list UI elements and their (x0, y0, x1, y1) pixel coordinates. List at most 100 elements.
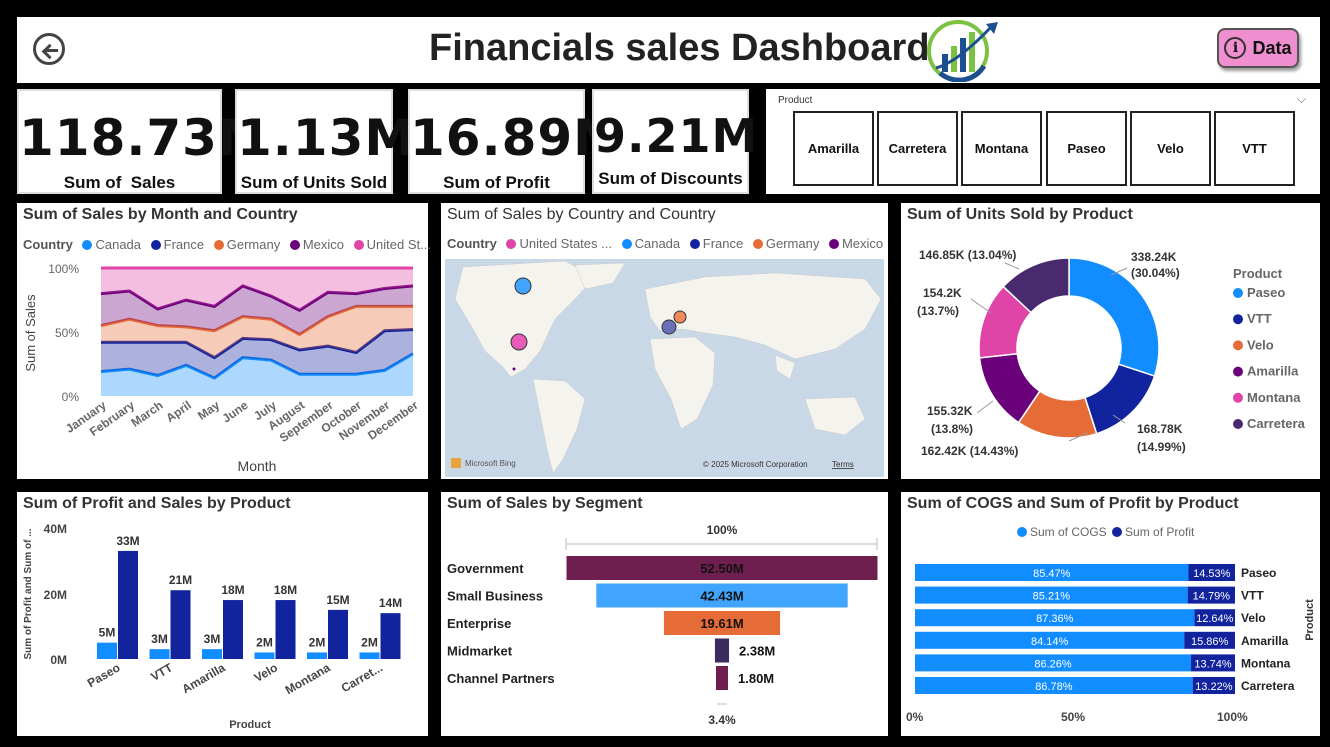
donut-data-label: 162.42K (14.43%) (921, 444, 1018, 458)
profit-bar[interactable] (307, 652, 327, 659)
slicer-item-paseo[interactable]: Paseo (1046, 111, 1127, 186)
legend-title: Country (447, 236, 497, 251)
bar-data-label: 2M (256, 635, 273, 649)
profit-bar[interactable] (202, 649, 222, 659)
legend-marker (1233, 288, 1243, 298)
kpi-card-sales: 118.73M Sum of Sales (17, 89, 268, 194)
funnel-category-label: Channel Partners (447, 671, 555, 686)
y-tick-label: 20M (44, 588, 67, 602)
chevron-down-icon[interactable]: ⌵ (1297, 92, 1306, 107)
map-bubble-france[interactable] (661, 319, 677, 335)
legend-item-carretera[interactable]: Carretera (1247, 416, 1306, 431)
x-axis-label: Month (238, 458, 277, 474)
map-copyright: © 2025 Microsoft Corporation (703, 460, 808, 469)
bar-data-label: 5M (99, 626, 116, 640)
map-bubble-united-states[interactable] (510, 333, 528, 351)
bar-data-label: 15M (326, 593, 349, 607)
bar-data-label: 3M (151, 632, 168, 646)
funnel-category-label: Small Business (447, 589, 543, 604)
page-title: Financials sales Dashboard (429, 27, 930, 69)
profit-bar[interactable] (149, 649, 170, 659)
donut-data-label: (30.04%) (1131, 266, 1180, 280)
sales-bar[interactable] (328, 609, 348, 659)
y-tick-label: Paseo (1241, 566, 1276, 580)
y-axis-label: Sum of Sales (23, 294, 38, 372)
sales-bar[interactable] (118, 550, 138, 659)
back-arrow-icon[interactable] (33, 33, 65, 65)
x-tick-label: Montana (283, 660, 333, 697)
slicer-item-carretera[interactable]: Carretera (877, 111, 958, 186)
donut-card: Sum of Units Sold by Product 338.24K (30… (901, 203, 1320, 479)
profit-bar[interactable] (359, 652, 380, 659)
funnel-data-label: 1.80M (738, 671, 774, 686)
slicer-item-velo[interactable]: Velo (1130, 111, 1211, 186)
cogs-data-label: 85.47% (1033, 568, 1071, 580)
legend-item-montana[interactable]: Montana (1247, 390, 1301, 405)
profit-bar[interactable] (254, 652, 275, 659)
legend-marker (1233, 366, 1243, 377)
map-legend: Country United States ... Canada France … (447, 236, 883, 251)
profit-sales-bar-card: Sum of Profit and Sales by Product 40M 2… (17, 492, 428, 736)
x-tick-label: Amarilla (179, 660, 227, 696)
legend-item-paseo[interactable]: Paseo (1247, 285, 1285, 300)
info-icon: i (1224, 37, 1247, 59)
header-bar: Financials sales Dashboard i Data (17, 17, 1320, 83)
cogs-data-label: 86.78% (1035, 681, 1073, 693)
legend-item-velo[interactable]: Velo (1247, 337, 1274, 352)
funnel-chart-svg: 100% 3.4% Government 52.50M Small Business… (447, 523, 878, 727)
legend-item-canada[interactable]: Canada (616, 236, 680, 251)
map-bubble-mexico[interactable] (512, 367, 516, 371)
legend-marker (1233, 392, 1243, 403)
funnel-bar[interactable] (714, 638, 730, 663)
x-tick-label: 0% (906, 710, 924, 724)
data-info-button[interactable]: i Data (1217, 28, 1299, 68)
donut-data-label: (13.7%) (917, 304, 959, 318)
kpi-value: 16.89M (410, 109, 624, 167)
funnel-data-label: 42.43M (700, 589, 743, 604)
cogs-data-label: 86.26% (1034, 658, 1072, 670)
donut-data-label: (14.99%) (1137, 440, 1186, 454)
funnel-data-label: 19.61M (700, 616, 743, 631)
area-chart-card: Sum of Sales by Month and Country Countr… (17, 203, 431, 479)
legend-item-united-states[interactable]: United States ... (500, 236, 612, 251)
sales-bar[interactable] (223, 600, 243, 659)
legend-item-france[interactable]: France (684, 236, 743, 251)
cogs-data-label: 87.36% (1036, 613, 1074, 625)
y-tick-label: 50% (55, 326, 79, 340)
slicer-item-montana[interactable]: Montana (961, 111, 1042, 186)
cogs-data-label: 84.14% (1031, 636, 1069, 648)
y-tick-label: 0% (62, 390, 80, 404)
cogs-data-label: 85.21% (1033, 591, 1071, 603)
y-tick-label: Amarilla (1241, 634, 1289, 648)
slicer-item-amarilla[interactable]: Amarilla (793, 111, 874, 186)
sales-bar[interactable] (380, 613, 401, 659)
map-bubble-germany[interactable] (673, 310, 687, 324)
profit-data-label: 12.64% (1196, 613, 1234, 625)
funnel-bar[interactable] (716, 666, 728, 690)
y-tick-label: 0M (50, 653, 67, 667)
legend-item-germany[interactable]: Germany (747, 236, 819, 251)
world-map[interactable]: Microsoft Bing © 2025 Microsoft Corporat… (445, 259, 884, 477)
y-tick-label: Carretera (1241, 679, 1295, 693)
legend-item-vtt[interactable]: VTT (1247, 311, 1272, 326)
slicer-item-vtt[interactable]: VTT (1214, 111, 1295, 186)
sales-bar[interactable] (170, 590, 191, 659)
legend-item-amarilla[interactable]: Amarilla (1247, 364, 1299, 379)
legend-item-mexico[interactable]: Mexico (823, 236, 883, 251)
area-chart-svg: 100% 50% 0% Sum of Sales Month JanuaryFe… (23, 262, 421, 474)
bar-data-label: 2M (361, 635, 378, 649)
map-terms-link[interactable]: Terms (832, 460, 854, 469)
profit-data-label: 14.53% (1193, 568, 1231, 580)
y-tick-label: 40M (44, 522, 67, 536)
sales-bar[interactable] (275, 600, 296, 659)
data-button-label: Data (1252, 37, 1292, 58)
donut-data-label: (13.8%) (931, 422, 973, 436)
profit-bar[interactable] (97, 642, 117, 659)
bar-data-label: 18M (274, 583, 297, 597)
slicer-title: Product (778, 95, 813, 106)
x-tick-label: Paseo (85, 660, 123, 690)
kpi-label: Sum of Sales (63, 173, 176, 192)
map-card: Sum of Sales by Country and Country Coun… (441, 203, 888, 479)
map-bubble-canada[interactable] (514, 277, 532, 295)
legend-title: Product (1233, 266, 1283, 281)
